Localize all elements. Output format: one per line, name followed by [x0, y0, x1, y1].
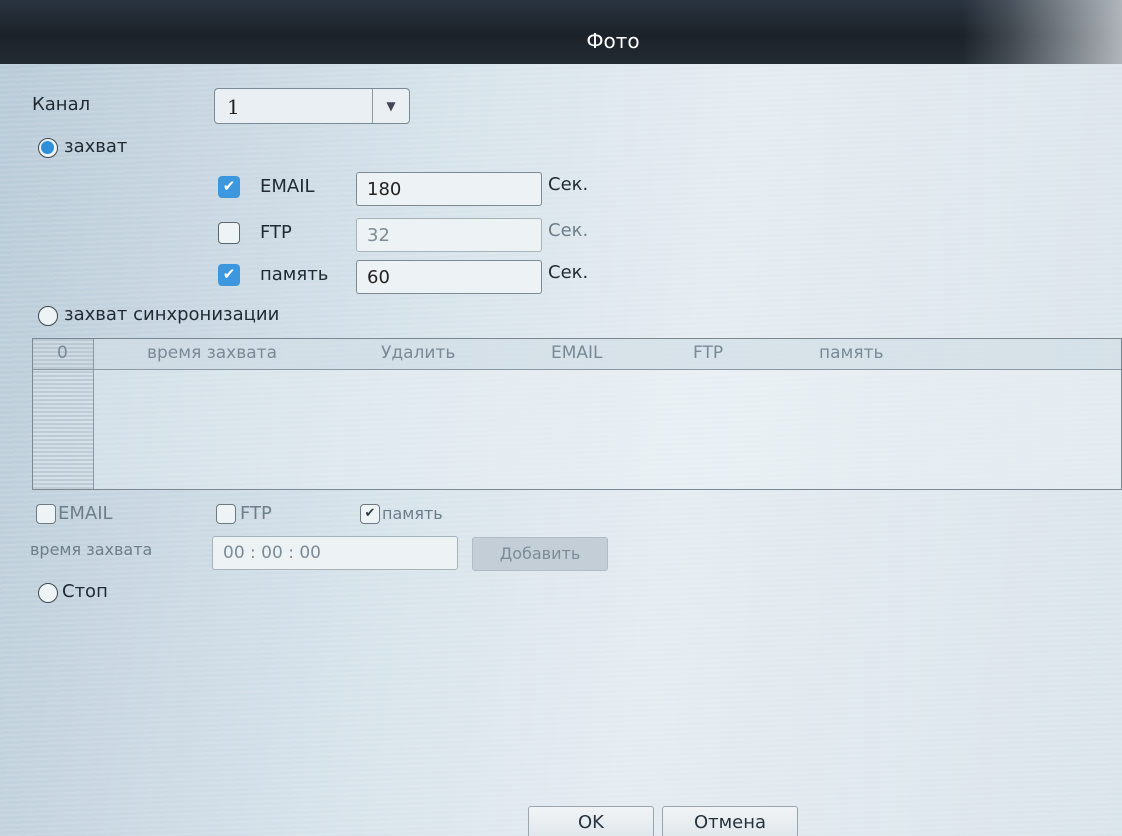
memory-checkbox[interactable]: ✔ [218, 264, 240, 286]
table-header-index: 0 [57, 343, 68, 363]
sync-email-label: EMAIL [58, 503, 113, 524]
sync-capture-radio[interactable] [38, 306, 58, 326]
chevron-down-icon[interactable]: ▼ [372, 89, 409, 123]
table-header-capture-time[interactable]: время захвата [147, 343, 277, 363]
stop-radio[interactable] [38, 583, 58, 603]
capture-radio-label: захват [64, 136, 128, 157]
ftp-interval-unit: Сек. [548, 220, 589, 241]
sync-capture-radio-label: захват синхронизации [64, 304, 280, 325]
stop-radio-label: Стоп [62, 581, 108, 602]
channel-select[interactable]: 1 ▼ [214, 88, 410, 124]
sync-memory-label: память [382, 504, 443, 523]
ftp-interval-value[interactable] [357, 219, 541, 251]
table-header-email[interactable]: EMAIL [551, 343, 603, 363]
memory-interval-input[interactable] [356, 260, 542, 294]
cancel-button[interactable]: Отмена [662, 806, 798, 836]
checkmark-icon: ✔ [222, 265, 236, 283]
ftp-interval-input[interactable] [356, 218, 542, 252]
capture-time-input[interactable] [212, 536, 458, 570]
capture-time-label: время захвата [30, 540, 153, 559]
table-header-memory[interactable]: память [819, 343, 884, 363]
capture-time-value[interactable] [213, 537, 457, 569]
memory-interval-value[interactable] [357, 261, 541, 293]
email-interval-input[interactable] [356, 172, 542, 206]
memory-interval-unit: Сек. [548, 262, 589, 283]
sync-memory-checkbox[interactable]: ✔ [360, 504, 380, 524]
window-title: Фото [586, 29, 640, 53]
ok-button[interactable]: OK [528, 806, 654, 836]
email-interval-unit: Сек. [548, 174, 589, 195]
table-header-ftp[interactable]: FTP [693, 343, 723, 363]
ftp-checkbox-label: FTP [260, 222, 292, 243]
sync-ftp-label: FTP [240, 503, 272, 524]
channel-value: 1 [227, 95, 240, 119]
memory-checkbox-label: память [260, 264, 329, 285]
sync-ftp-checkbox[interactable] [216, 504, 236, 524]
email-interval-value[interactable] [357, 173, 541, 205]
email-checkbox[interactable]: ✔ [218, 176, 240, 198]
schedule-table: 0 время захвата Удалить EMAIL FTP память [32, 338, 1122, 490]
channel-label: Канал [32, 94, 91, 115]
capture-radio[interactable] [38, 138, 58, 158]
title-bar: Фото [0, 0, 1122, 64]
checkmark-icon: ✔ [364, 506, 376, 521]
ftp-checkbox[interactable] [218, 222, 240, 244]
add-button[interactable]: Добавить [472, 537, 608, 571]
sync-email-checkbox[interactable] [36, 504, 56, 524]
table-header-delete[interactable]: Удалить [381, 343, 455, 363]
email-checkbox-label: EMAIL [260, 176, 315, 197]
checkmark-icon: ✔ [222, 177, 236, 195]
